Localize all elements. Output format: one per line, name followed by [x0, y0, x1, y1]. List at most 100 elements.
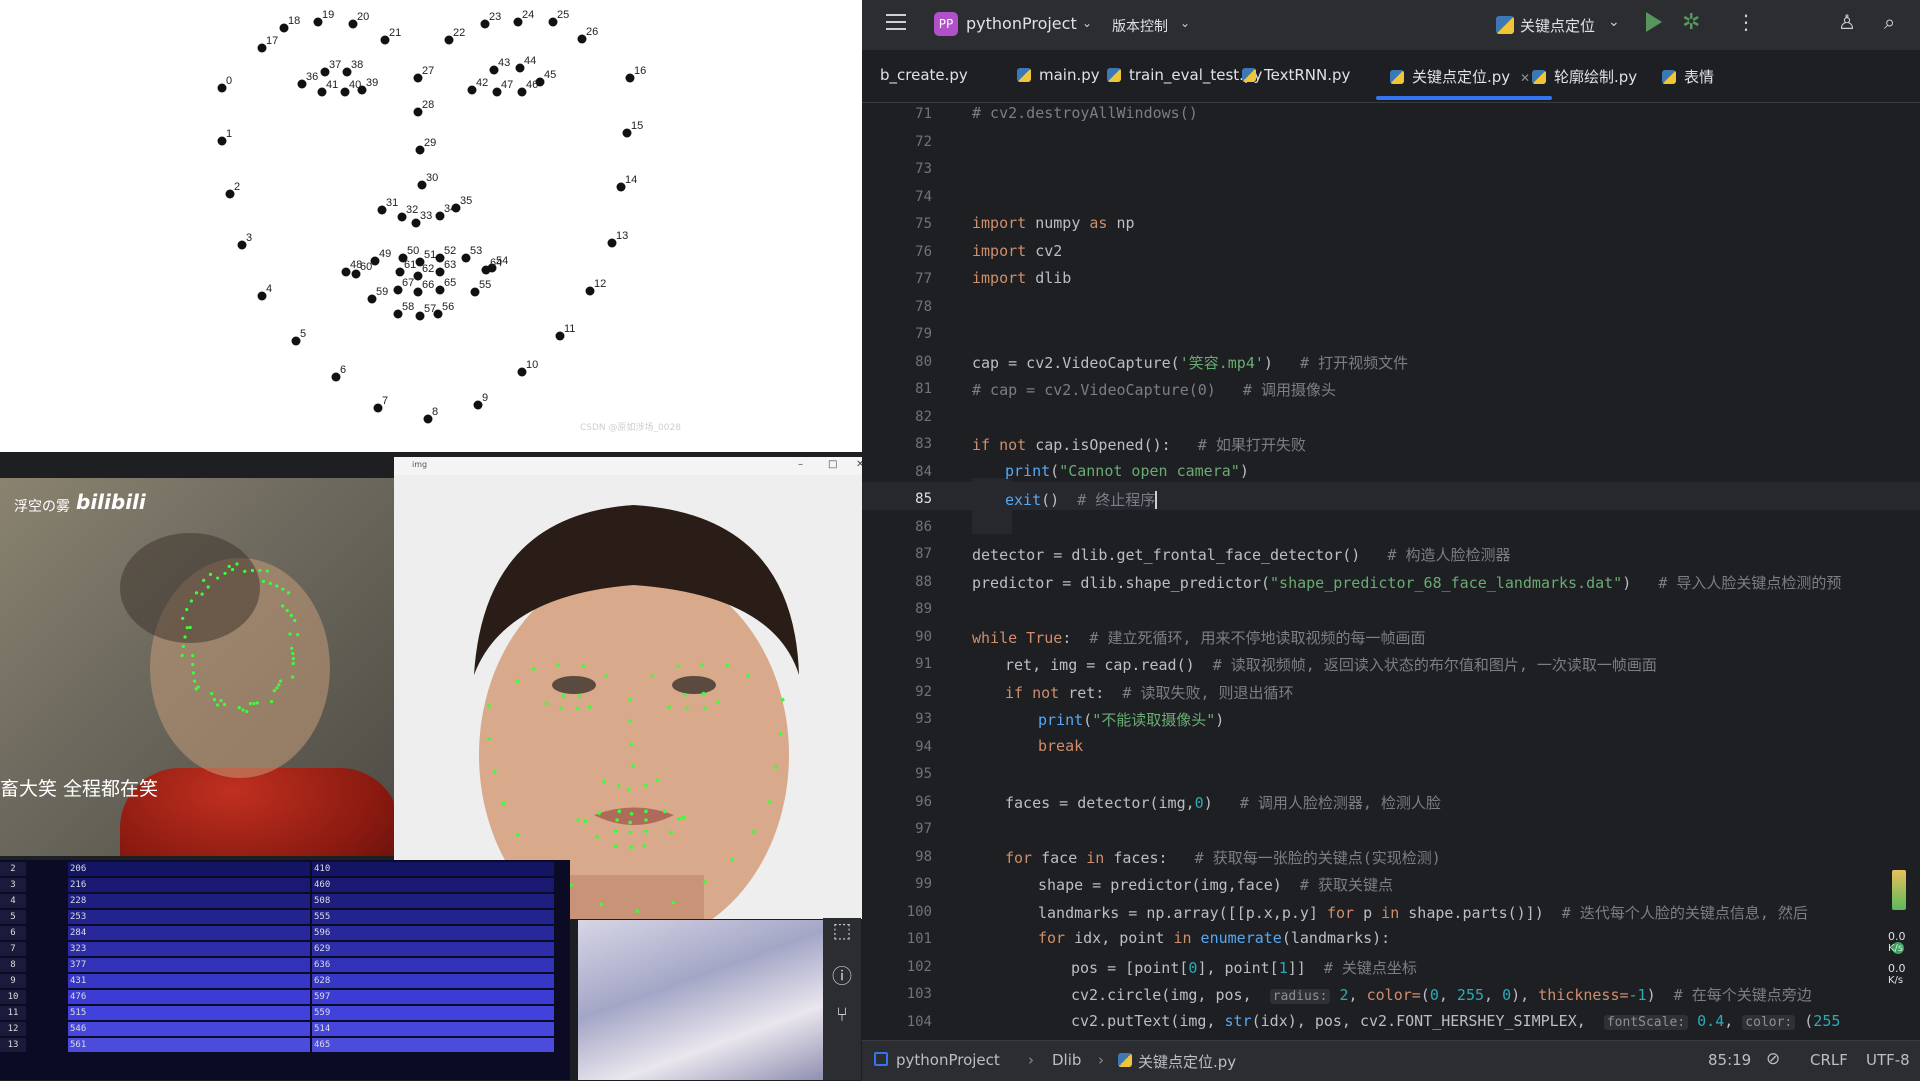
- portrait-landmark-dot: [599, 902, 604, 907]
- git-branch-icon[interactable]: ⑂: [823, 1002, 861, 1026]
- video-landmark-dot: [250, 568, 255, 573]
- table-row[interactable]: 6 284 596: [0, 926, 560, 940]
- code-token: pos = [point[: [1071, 958, 1189, 977]
- code-token: as: [1089, 214, 1108, 232]
- breadcrumb-project[interactable]: pythonProject: [896, 1051, 1000, 1069]
- table-row[interactable]: 13 561 465: [0, 1038, 560, 1052]
- project-badge[interactable]: PP: [934, 12, 958, 36]
- table-row[interactable]: 12 546 514: [0, 1022, 560, 1036]
- hamburger-icon[interactable]: [886, 14, 906, 32]
- camera-icon[interactable]: ⬚: [823, 918, 861, 942]
- add-user-icon[interactable]: ♙: [1838, 10, 1856, 34]
- problems-icon[interactable]: ⓘ: [823, 960, 861, 989]
- code-line-76[interactable]: import cv2: [972, 242, 1062, 260]
- portrait-landmark-dot: [544, 701, 549, 706]
- code-line-71[interactable]: # cv2.destroyAllWindows(): [972, 104, 1198, 122]
- code-line-75[interactable]: import numpy as np: [972, 214, 1135, 232]
- tab-1[interactable]: main.py: [1017, 66, 1100, 88]
- code-token: # 迭代每个人脸的关键点信息, 然后: [1561, 903, 1808, 922]
- more-options-icon[interactable]: ⋮: [1736, 10, 1756, 34]
- video-landmark-dot: [230, 567, 235, 572]
- tab-label: 表情: [1684, 68, 1715, 86]
- line-ending[interactable]: CRLF: [1810, 1051, 1848, 1069]
- code-token: # 建立死循环, 用来不停地读取视频的每一帧画面: [1089, 628, 1426, 647]
- table-row[interactable]: 2 206 410: [0, 862, 560, 876]
- maximize-button[interactable]: □: [828, 459, 837, 470]
- encoding[interactable]: UTF-8: [1866, 1051, 1910, 1069]
- code-token: 0: [1194, 793, 1204, 812]
- search-icon[interactable]: ⌕: [1884, 10, 1895, 34]
- img-window-titlebar[interactable]: img – □ ✕: [394, 457, 874, 476]
- code-token: (: [1420, 986, 1430, 1004]
- code-line-103[interactable]: cv2.circle(img, pos, radius: 2, color=(0…: [1071, 984, 1812, 1005]
- code-line-80[interactable]: cap = cv2.VideoCapture('笑容.mp4') # 打开视频文…: [972, 352, 1408, 373]
- text-cursor: [1155, 491, 1158, 509]
- landmark-label: 12: [594, 278, 606, 290]
- code-token: if not: [1005, 683, 1060, 702]
- chevron-down-icon[interactable]: ⌄: [1082, 16, 1092, 30]
- vcs-menu[interactable]: 版本控制: [1112, 16, 1168, 36]
- code-line-92[interactable]: if not ret: # 读取失败, 则退出循环: [1005, 682, 1294, 703]
- debug-icon[interactable]: ✲: [1682, 10, 1700, 35]
- breadcrumb-file[interactable]: 关键点定位.py: [1138, 1051, 1236, 1072]
- code-line-93[interactable]: print("不能读取摄像头"): [1038, 709, 1224, 730]
- tab-3[interactable]: TextRNN.py: [1242, 66, 1350, 88]
- tab-4[interactable]: 关键点定位.py ✕: [1390, 66, 1530, 88]
- table-row[interactable]: 10 476 597: [0, 990, 560, 1004]
- chevron-down-icon[interactable]: ⌄: [1180, 16, 1190, 30]
- code-token: shape.parts()]): [1399, 903, 1562, 922]
- code-line-85[interactable]: exit() # 终止程序: [1005, 489, 1158, 510]
- code-line-101[interactable]: for idx, point in enumerate(landmarks):: [1038, 929, 1390, 947]
- run-config[interactable]: 关键点定位: [1520, 15, 1595, 36]
- line-number: 87: [915, 546, 932, 562]
- code-line-96[interactable]: faces = detector(img,0) # 调用人脸检测器, 检测人脸: [1005, 792, 1441, 813]
- table-row[interactable]: 7 323 629: [0, 942, 560, 956]
- table-row[interactable]: 8 377 636: [0, 958, 560, 972]
- cursor-position[interactable]: 85:19: [1708, 1051, 1751, 1069]
- portrait-landmark-dot: [752, 829, 756, 834]
- code-token: (): [1041, 491, 1078, 509]
- img-window[interactable]: img – □ ✕: [394, 457, 874, 919]
- code-line-98[interactable]: for face in faces: # 获取每一张脸的关键点(实现检测): [1005, 847, 1441, 868]
- landmark-label: 59: [376, 286, 388, 298]
- code-line-84[interactable]: print("Cannot open camera"): [1005, 462, 1249, 480]
- code-line-102[interactable]: pos = [point[0], point[1]] # 关键点坐标: [1071, 957, 1417, 978]
- project-name[interactable]: pythonProject: [966, 14, 1077, 33]
- breadcrumb-folder[interactable]: Dlib: [1052, 1051, 1081, 1069]
- table-row[interactable]: 5 253 555: [0, 910, 560, 924]
- portrait-landmark-dot: [677, 816, 681, 821]
- video-landmark-dot: [291, 651, 295, 656]
- run-icon[interactable]: [1646, 12, 1662, 32]
- editor-area[interactable]: 71 72 73 74 75 76 77 78 79 80 81 82 83 84 85 86 87 88 89 90…: [862, 102, 1920, 1040]
- minimize-button[interactable]: –: [798, 459, 803, 470]
- code-line-94[interactable]: break: [1038, 737, 1083, 755]
- tab-0[interactable]: b_create.py: [880, 66, 968, 88]
- code-line-90[interactable]: while True: # 建立死循环, 用来不停地读取视频的每一帧画面: [972, 627, 1426, 648]
- code-line-77[interactable]: import dlib: [972, 269, 1071, 287]
- code-line-81[interactable]: # cap = cv2.VideoCapture(0) # 调用摄像头: [972, 379, 1336, 400]
- code-token: 255: [1456, 986, 1485, 1004]
- tab-6[interactable]: 表情: [1662, 66, 1714, 88]
- no-inspection-icon[interactable]: ⊘: [1766, 1049, 1780, 1069]
- code-line-87[interactable]: detector = dlib.get_frontal_face_detecto…: [972, 544, 1510, 565]
- tab-5[interactable]: 轮廓绘制.py: [1532, 66, 1637, 88]
- table-row[interactable]: 9 431 628: [0, 974, 560, 988]
- table-row[interactable]: 4 228 508: [0, 894, 560, 908]
- code-line-99[interactable]: shape = predictor(img,face) # 获取关键点: [1038, 874, 1393, 895]
- close-tab-icon[interactable]: ✕: [1516, 71, 1530, 85]
- tab-2[interactable]: train_eval_test.py: [1107, 66, 1262, 88]
- code-line-91[interactable]: ret, img = cap.read() # 读取视频帧, 返回读入状态的布尔…: [1005, 654, 1657, 675]
- code-line-100[interactable]: landmarks = np.array([[p.x,p.y] for p in…: [1038, 902, 1808, 923]
- video-landmark-dot: [206, 585, 210, 589]
- code-token: ], point[: [1197, 958, 1279, 977]
- table-row[interactable]: 11 515 559: [0, 1006, 560, 1020]
- cell-x: 216: [68, 878, 310, 892]
- landmark-label: 13: [616, 230, 628, 242]
- code-line-104[interactable]: cv2.putText(img, str(idx), pos, cv2.FONT…: [1071, 1012, 1840, 1030]
- code-line-88[interactable]: predictor = dlib.shape_predictor("shape_…: [972, 572, 1841, 593]
- line-number: 86: [915, 518, 932, 535]
- chevron-down-icon[interactable]: ⌄: [1608, 14, 1620, 30]
- table-row[interactable]: 3 216 460: [0, 878, 560, 892]
- code-line-83[interactable]: if not cap.isOpened(): # 如果打开失败: [972, 434, 1306, 455]
- landmark-data-table[interactable]: 2 206 410 3 216 460 4 228 508 5 253 555 6 284 596 7 323 6…: [0, 860, 570, 1080]
